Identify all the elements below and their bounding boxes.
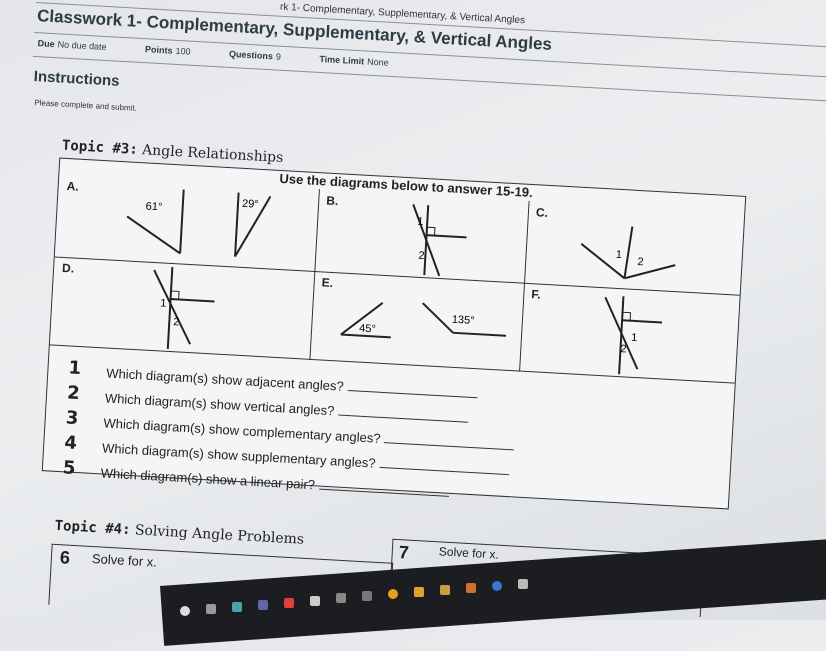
angle-diagram-e: 45° 135° — [340, 302, 507, 339]
answer-blank[interactable] — [338, 414, 468, 423]
angle-diagram-b: 1 2 — [412, 204, 467, 277]
angle-label: 29° — [242, 198, 259, 211]
mail-icon[interactable] — [414, 587, 424, 598]
folder-icon[interactable] — [440, 585, 450, 595]
calculator-icon[interactable] — [362, 591, 372, 602]
divider — [32, 55, 826, 103]
angle-label: 135° — [452, 314, 475, 327]
problem-7: 7 Solve for x. — [389, 538, 705, 618]
diagram-a: A. 61° 29° — [54, 174, 320, 273]
worksheet-image: Use the diagrams below to answer 15-19. … — [41, 157, 747, 510]
angle-diagram-f: 1 2 — [604, 296, 663, 375]
angle-label: 2 — [620, 343, 627, 355]
meta-due: Due No due date — [37, 38, 107, 53]
problem-6: 6 Solve for x. — [48, 543, 394, 624]
angle-label: 1 — [160, 297, 167, 309]
angle-label: 1 — [631, 332, 638, 344]
file-explorer-icon[interactable] — [232, 601, 242, 612]
answer-blank[interactable] — [318, 488, 449, 497]
handwritten-number: 7 — [398, 542, 410, 563]
steam-icon[interactable] — [310, 595, 320, 606]
meta-questions: Questions 9 — [228, 48, 282, 62]
angle-label: 45° — [359, 323, 376, 336]
app-icon[interactable] — [336, 593, 346, 604]
handwritten-number: 4 — [63, 432, 78, 454]
angle-label: 2 — [173, 316, 180, 328]
app-icon[interactable] — [466, 582, 476, 593]
answer-blank[interactable] — [384, 442, 515, 451]
angle-label: 2 — [418, 250, 425, 262]
angle-diagram-d: 1 2 — [153, 266, 215, 349]
angle-diagram-c: 1 2 — [580, 226, 676, 280]
app-icon[interactable] — [284, 597, 294, 608]
meta-points: Points 100 — [144, 44, 191, 57]
handwritten-number: 2 — [66, 382, 81, 405]
angle-label: 1 — [417, 216, 424, 228]
instructions-heading: Instructions — [33, 68, 120, 90]
diagram-e: E. 45° 135° — [309, 270, 526, 372]
handwritten-number: 3 — [65, 407, 79, 430]
settings-icon[interactable] — [518, 578, 528, 589]
diagram-d: D. 1 2 — [49, 256, 316, 360]
answer-blank[interactable] — [379, 466, 510, 476]
quiz-page: rk 1- Complementary, Supplementary, & Ve… — [0, 0, 826, 650]
search-icon[interactable] — [180, 606, 190, 616]
angle-label: 61° — [145, 200, 162, 213]
handwritten-number: 5 — [62, 457, 77, 479]
angle-diagram-a: 61° 29° — [126, 189, 272, 258]
topic-4-heading: Topic #4: Solving Angle Problems — [54, 517, 305, 548]
diagram-f: F. 1 2 — [519, 282, 740, 384]
handwritten-number: 1 — [67, 357, 82, 380]
meta-time-limit: Time Limit None — [319, 53, 389, 68]
diagram-b: B. 1 2 — [314, 189, 530, 284]
angle-label: 2 — [637, 256, 644, 268]
diagram-c: C. 1 2 — [523, 200, 745, 296]
instructions-text: Please complete and submit. — [34, 98, 138, 113]
angle-label: 1 — [615, 249, 622, 261]
chrome-icon[interactable] — [492, 580, 502, 591]
handwritten-number: 6 — [59, 547, 71, 568]
teams-icon[interactable] — [258, 599, 268, 610]
answer-blank[interactable] — [347, 390, 478, 399]
task-view-icon[interactable] — [206, 603, 216, 614]
